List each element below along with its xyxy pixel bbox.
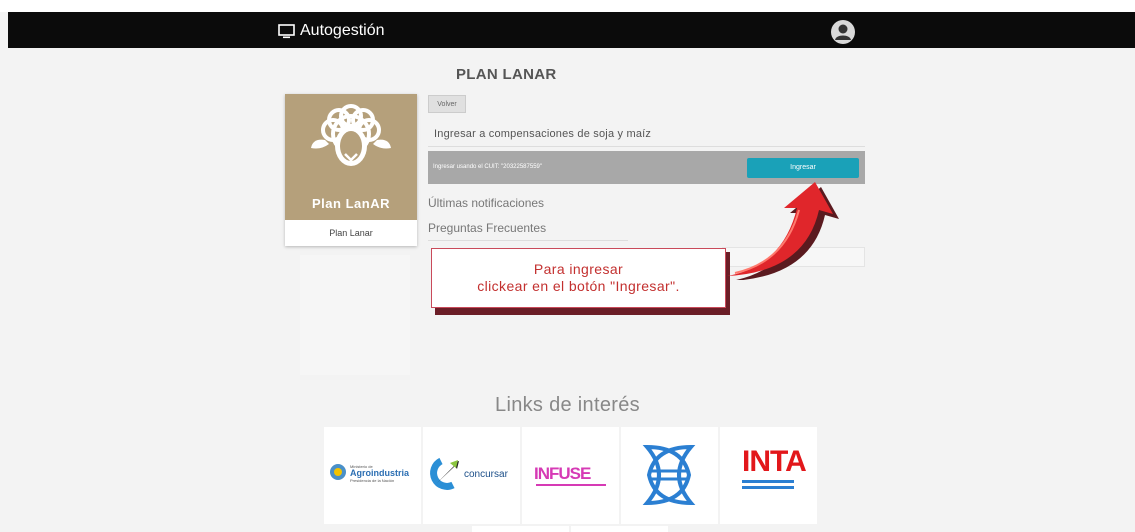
app-title: Autogestión [300, 22, 385, 39]
divider [428, 146, 865, 147]
plan-lanar-card[interactable]: Plan LanAR Plan Lanar [285, 94, 417, 246]
inta-stripe [742, 480, 794, 483]
fish-logo-icon [642, 444, 696, 506]
plan-lanar-logo: Plan LanAR [285, 94, 417, 220]
partner-agroindustria[interactable]: Ministerio de Agroindustria Presidencia … [324, 427, 421, 524]
partner-tile[interactable] [571, 526, 668, 532]
partner-agro-sub: Presidencia de la Nación [350, 478, 395, 483]
partner-infuse[interactable]: INFUSE [522, 427, 619, 524]
partner-inta-name: INTA [742, 445, 807, 478]
callout-line-2: clickear en el botón "Ingresar". [477, 278, 680, 294]
top-navbar [8, 12, 1135, 48]
partner-tile[interactable] [472, 526, 569, 532]
monitor-icon [278, 23, 295, 38]
sheep-icon [311, 104, 391, 166]
top-strip [0, 0, 1135, 12]
cuit-label: Ingresar usando el CUIT: "20322587559" [433, 164, 542, 170]
callout-line-1: Para ingresar [533, 261, 624, 277]
section-title: Ingresar a compensaciones de soja y maíz [434, 128, 652, 140]
faded-background-block [300, 255, 410, 375]
infuse-underline [536, 484, 606, 486]
instruction-callout: Para ingresar clickear en el botón "Ingr… [431, 248, 726, 308]
faq-link[interactable]: Preguntas Frecuentes [428, 221, 546, 235]
app-brand[interactable]: Autogestión [278, 22, 385, 40]
notifications-link[interactable]: Últimas notificaciones [428, 196, 544, 210]
arrow-icon [727, 182, 839, 280]
links-title: Links de interés [495, 394, 640, 416]
back-button[interactable]: Volver [428, 95, 466, 113]
inta-stripe [742, 486, 794, 489]
partner-concursar[interactable]: concursar [423, 427, 520, 524]
partner-links-row-2 [472, 526, 668, 532]
partner-inta[interactable]: INTA [720, 427, 817, 524]
divider [428, 240, 628, 241]
partner-agro-name: Agroindustria [350, 468, 410, 478]
partner-links: Ministerio de Agroindustria Presidencia … [324, 427, 817, 524]
partner-fish[interactable] [621, 427, 718, 524]
card-logo-text: Plan LanAR [312, 196, 390, 211]
partner-infuse-name: INFUSE [534, 464, 591, 483]
partner-concursar-name: concursar [464, 469, 508, 480]
card-caption: Plan Lanar [329, 228, 373, 238]
ingresar-button[interactable]: Ingresar [747, 158, 859, 178]
user-avatar-icon[interactable] [831, 20, 855, 44]
page-title: PLAN LANAR [456, 66, 557, 83]
